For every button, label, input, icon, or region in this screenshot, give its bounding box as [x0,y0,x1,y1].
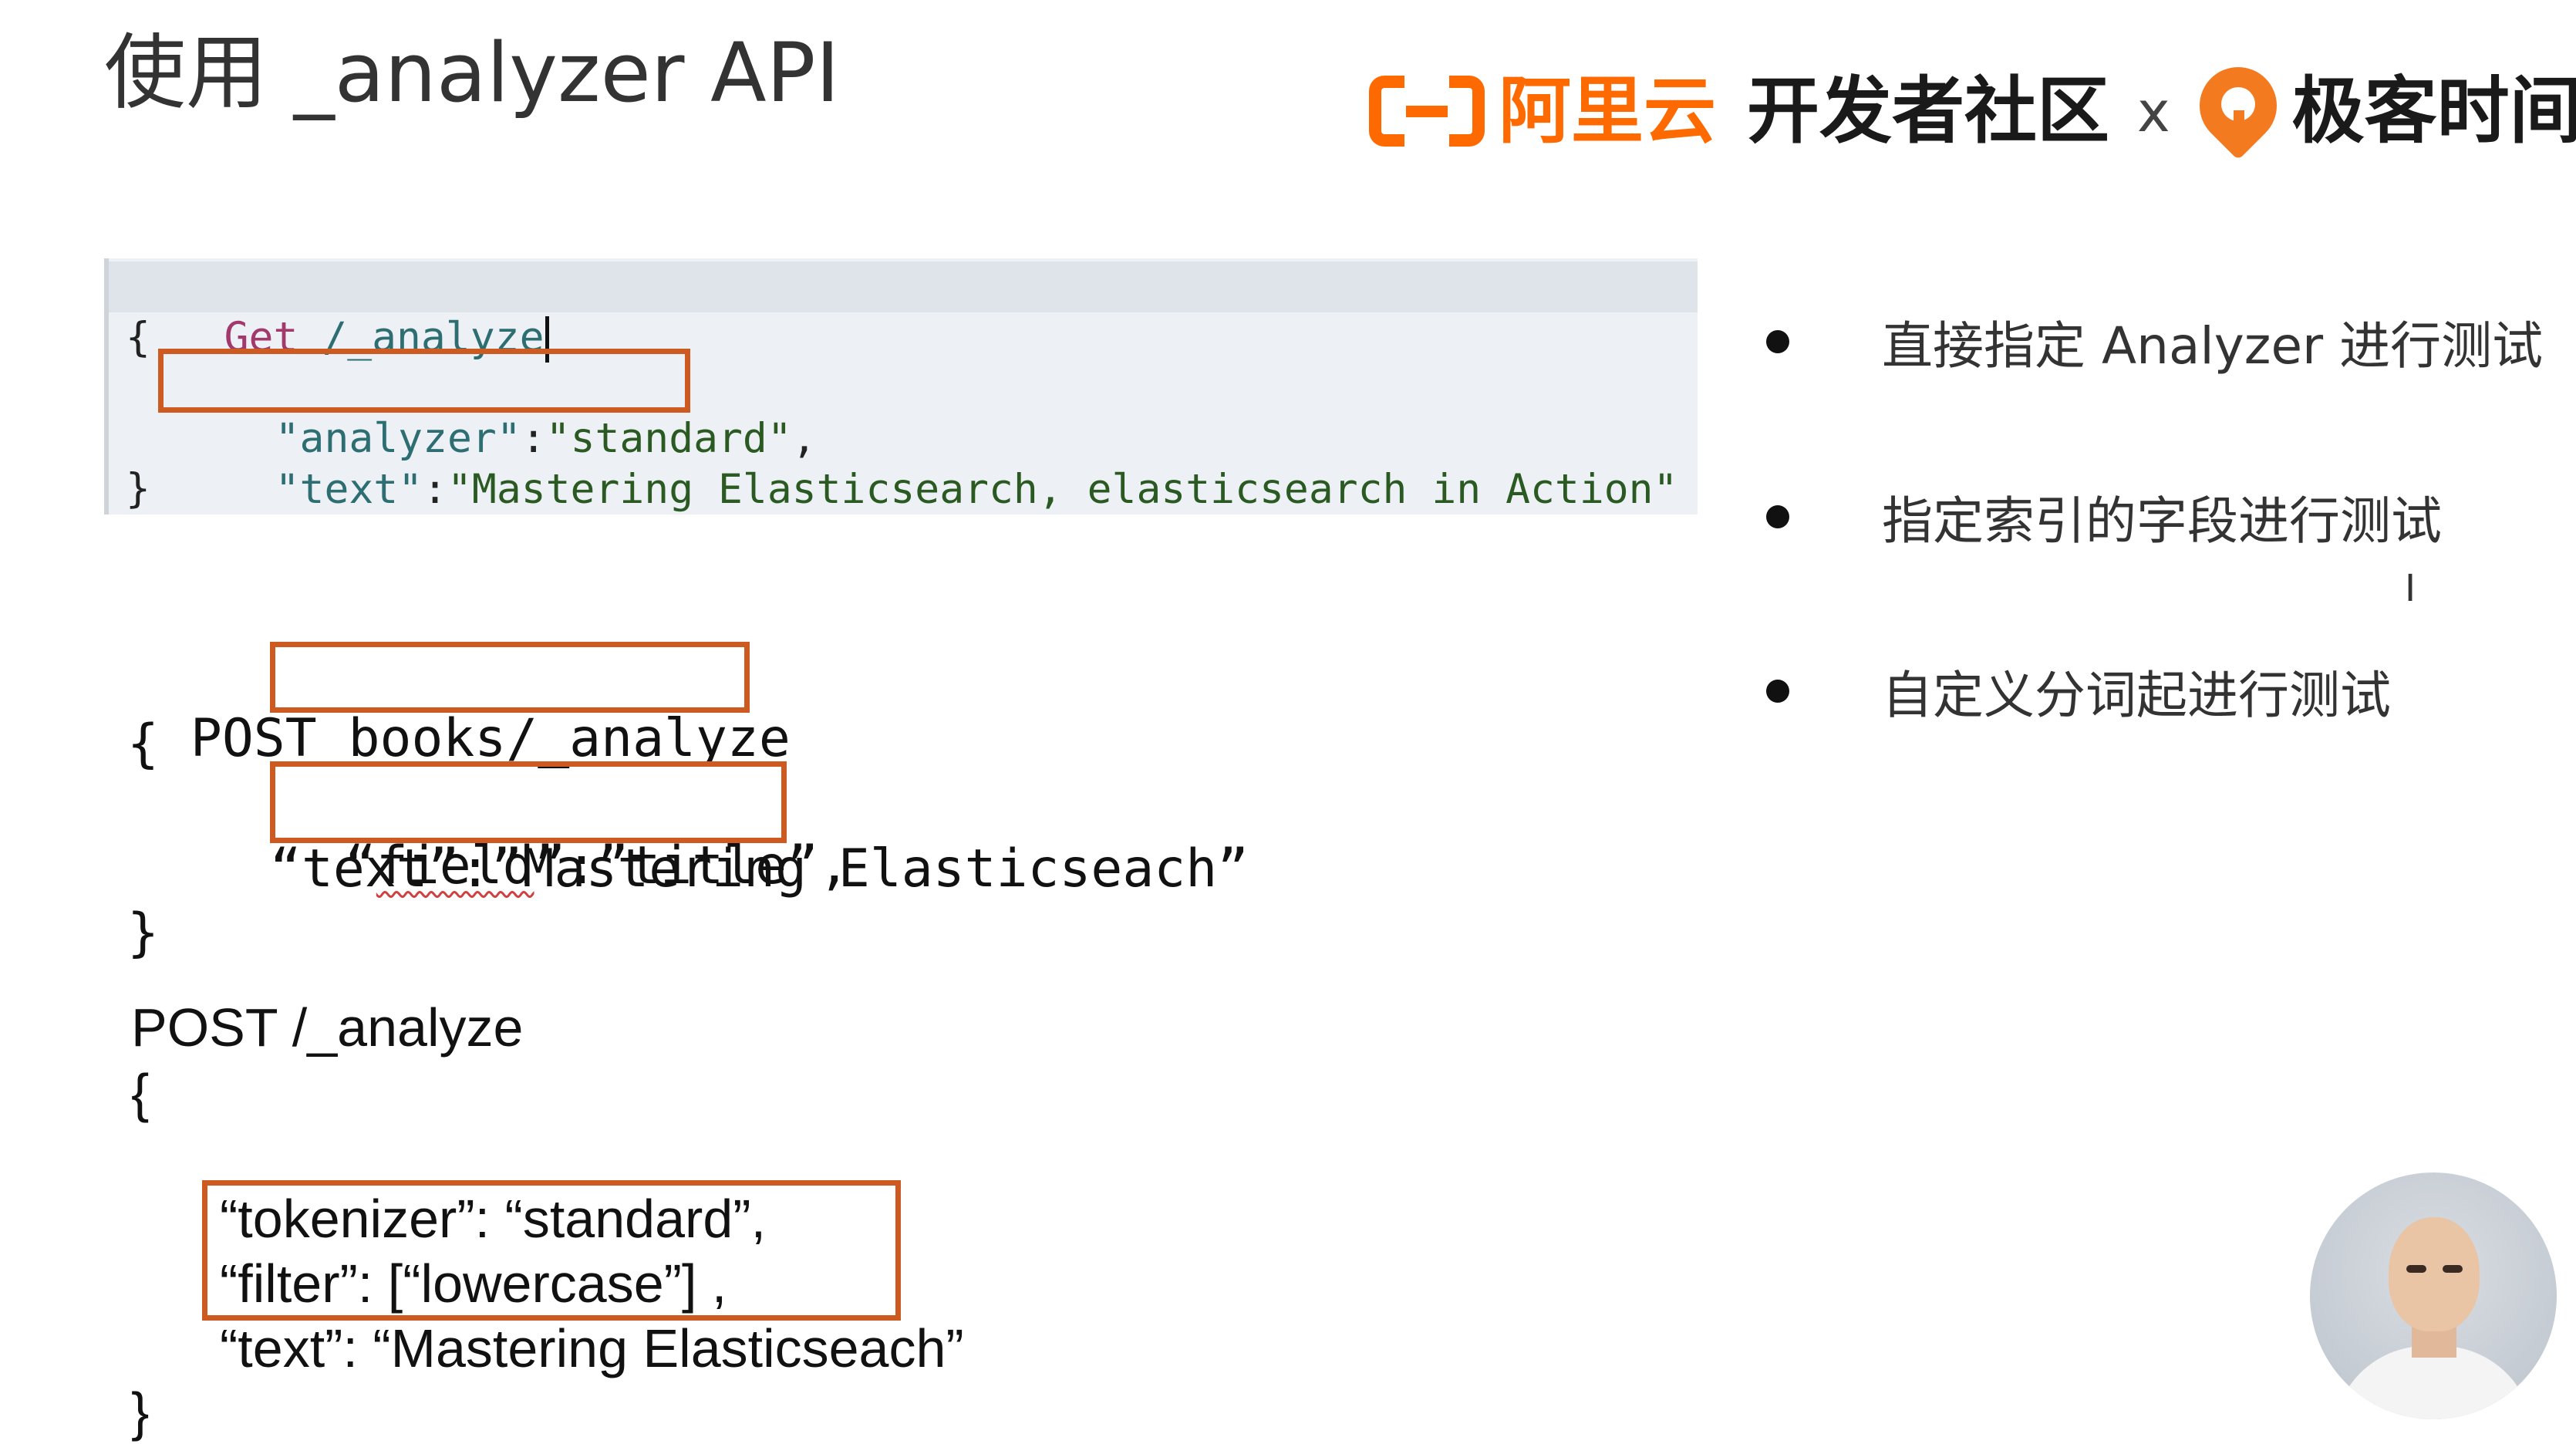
colon: : [423,466,448,513]
field-example-text-line: “text”:”Mastering Elasticseach” [270,838,1249,899]
tokenizer-filter-highlight-box [202,1180,901,1321]
bullet-item: 自定义分词起进行测试 [1766,654,2391,728]
console-text-line: "text":"Mastering Elasticsearch, elastic… [177,413,1678,566]
analyzer-highlight-box [158,349,690,413]
bullet-item: 指定索引的字段进行测试 [1766,480,2442,554]
developer-community-text: 开发者社区 [1747,69,2110,154]
text-cursor-icon: I [2405,567,2416,610]
aliyun-logo-icon [1369,69,1485,154]
cross-separator: x [2137,79,2170,144]
custom-example-text-line: “text”: “Mastering Elasticseach” [220,1318,964,1378]
custom-example-open-brace: { [131,1063,150,1123]
bullet-dot-icon [1766,330,1789,353]
aliyun-brand-text: 阿里云 [1499,69,1717,154]
bullet-text: 指定索引的字段进行测试 [1882,491,2442,551]
page-title: 使用 _analyzer API [104,25,840,120]
field-example-method: POST [190,708,317,769]
bullet-item: 直接指定 Analyzer 进行测试 [1766,305,2543,379]
field-highlight-box [270,761,787,843]
presenter-avatar [2310,1172,2557,1419]
custom-example-request-line: POST /_analyze [131,997,524,1058]
custom-example-close-brace: } [131,1382,150,1442]
geektime-logo-icon [2183,51,2293,160]
text-value: "Mastering Elasticsearch, elasticsearch … [447,466,1678,513]
bullet-text: 自定义分词起进行测试 [1882,666,2391,725]
brand-header: 阿里云 开发者社区 x 极客时间 [1369,51,2576,170]
field-example-open-brace: { [127,714,159,774]
console-open-brace: { [126,314,150,361]
index-path-highlight-box [270,642,750,713]
console-close-brace: } [126,465,150,512]
bullet-dot-icon [1766,505,1789,528]
geektime-brand-text: 极客时间 [2291,69,2576,154]
field-example-path: books/_analyze [348,708,791,769]
text-key: "text" [275,466,423,513]
bullet-text: 直接指定 Analyzer 进行测试 [1882,316,2544,376]
bullet-dot-icon [1766,680,1789,703]
field-example-close-brace: } [127,902,159,963]
